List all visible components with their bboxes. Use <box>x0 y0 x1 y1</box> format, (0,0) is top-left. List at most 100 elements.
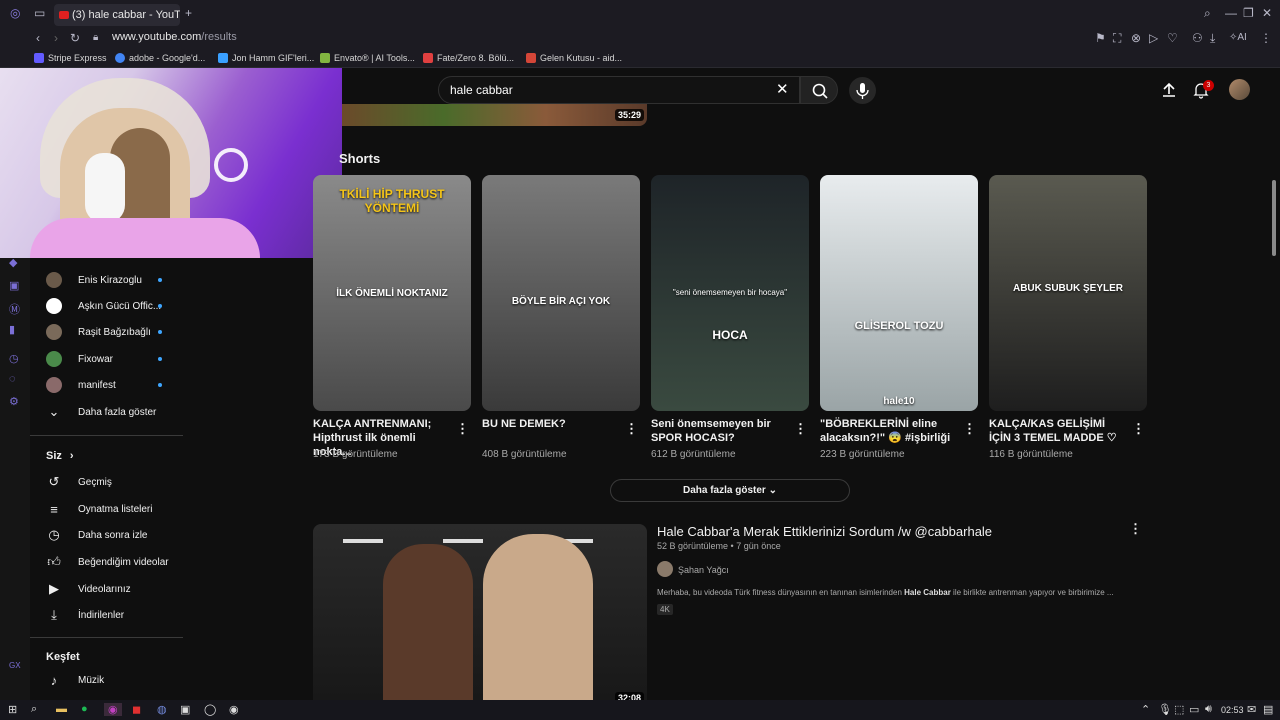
minimize-icon[interactable]: — <box>1225 6 1237 20</box>
notifications-icon[interactable]: ✉ <box>1247 703 1256 716</box>
search-input[interactable]: hale cabbar <box>438 76 800 104</box>
short-thumbnail[interactable]: "seni önemsemeyen bir hocaya" HOCA <box>651 175 809 411</box>
volume-icon[interactable]: 🔊︎ <box>1205 703 1212 716</box>
forward-icon[interactable]: › <box>54 31 58 45</box>
download-icon[interactable]: ⤓ <box>1210 31 1215 45</box>
settings-icon[interactable]: ⚙ <box>9 395 19 408</box>
bookmark-item[interactable]: adobe - Google'd... <box>115 53 205 63</box>
search-button[interactable] <box>800 76 838 104</box>
subscription-item[interactable]: Raşit Bağzıbağlı <box>46 322 162 342</box>
search-icon[interactable]: ⌕ <box>31 703 37 716</box>
windows-start-icon[interactable]: ⊞ <box>8 703 17 716</box>
avatar[interactable] <box>1229 79 1250 100</box>
clear-search-icon[interactable]: ✕ <box>776 80 789 98</box>
screenshot-icon[interactable]: ⛶ <box>1113 31 1121 45</box>
history-side-icon[interactable]: ◷ <box>9 352 19 365</box>
widgets-icon[interactable]: ▤ <box>1263 703 1273 716</box>
menu-icon[interactable]: ⋮ <box>1260 31 1272 45</box>
short-thumbnail[interactable]: TKİLİ HİP THRUST YÖNTEMİ İLK ÖNEMLİ NOKT… <box>313 175 471 411</box>
more-options-icon[interactable]: ⋮ <box>794 421 807 437</box>
close-window-icon[interactable]: ✕ <box>1262 6 1272 20</box>
spotify-icon[interactable]: ● <box>81 703 88 715</box>
subscription-item[interactable]: Fixowar <box>46 349 162 369</box>
short-title[interactable]: Seni önemsemeyen bir SPOR HOCASI? <box>651 417 787 445</box>
new-content-dot <box>158 304 162 308</box>
sidebar-item-downloads[interactable]: ⤓ İndirilenler <box>46 605 124 625</box>
short-title[interactable]: BU NE DEMEK? <box>482 417 618 431</box>
tab-manager-icon[interactable]: ▭ <box>34 6 45 20</box>
profile-icon[interactable]: ⚇ <box>1192 31 1203 45</box>
bookmark-page-icon[interactable]: ⚑ <box>1095 31 1106 45</box>
clock[interactable]: 02:53 <box>1221 705 1244 715</box>
more-options-icon[interactable]: ⋮ <box>456 421 469 437</box>
gx-icon[interactable]: GX <box>9 661 21 670</box>
short-thumbnail[interactable]: ABUK SUBUK ŞEYLER <box>989 175 1147 411</box>
bookmark-item[interactable]: Stripe Express <box>34 53 107 63</box>
tray-chevron-icon[interactable]: ⌃ <box>1141 703 1150 716</box>
sidebar-item-music[interactable]: ♪ Müzik <box>46 670 104 690</box>
messenger-icon[interactable]: ◌ <box>9 373 16 385</box>
app-icon[interactable]: ◉ <box>229 703 239 716</box>
channel-name[interactable]: Şahan Yağcı <box>678 565 729 575</box>
network-icon[interactable]: ▭ <box>1189 703 1199 716</box>
short-views: 408 B görüntüleme <box>482 449 567 460</box>
app-icon[interactable]: ◯ <box>204 703 216 716</box>
short-title[interactable]: "BÖBREKLERİNİ eline alacaksın?!" 😨 #işbi… <box>820 417 956 445</box>
chevron-down-icon: ⌄ <box>768 485 777 496</box>
restore-icon[interactable]: ❐ <box>1243 6 1254 20</box>
you-section-header[interactable]: Siz › <box>46 446 74 466</box>
more-options-icon[interactable]: ⋮ <box>1132 421 1145 437</box>
show-more-shorts-button[interactable]: Daha fazla göster ⌄ <box>610 479 850 502</box>
file-explorer-icon[interactable]: ▬ <box>56 703 67 715</box>
subscription-item[interactable]: manifest <box>46 375 162 395</box>
video-thumbnail[interactable] <box>313 524 647 700</box>
video-title[interactable]: Hale Cabbar'a Merak Ettiklerinizi Sordum… <box>657 524 992 539</box>
subscription-item[interactable]: Enis Kirazoglu <box>46 270 162 290</box>
bookmark-item[interactable]: Envato® | AI Tools... <box>320 53 415 63</box>
sidebar-item-your-videos[interactable]: ▶ Videolarınız <box>46 579 131 599</box>
app-icon[interactable]: ▣ <box>180 703 190 716</box>
sidebar-app-icon[interactable]: Ⓜ <box>9 301 20 317</box>
twitch-icon[interactable]: ▮ <box>9 323 15 336</box>
short-title[interactable]: KALÇA/KAS GELİŞİMİ İÇİN 3 TEMEL MADDE ♡ <box>989 417 1125 445</box>
discord-icon[interactable]: ◍ <box>157 703 167 716</box>
bookmark-item[interactable]: Fate/Zero 8. Bölü... <box>423 53 514 63</box>
sidebar-app-icon[interactable]: ▣ <box>9 279 19 292</box>
opera-gx-icon[interactable]: ◉ <box>104 703 122 716</box>
search-icon[interactable]: ⌕ <box>1204 6 1211 20</box>
voice-search-button[interactable] <box>849 77 876 104</box>
reload-icon[interactable]: ↻ <box>70 31 80 45</box>
short-views: 612 B görüntüleme <box>651 449 736 460</box>
sidebar-item-liked-videos[interactable]: 👍︎ Beğendiğim videolar <box>46 552 168 572</box>
more-options-icon[interactable]: ⋮ <box>1129 521 1142 537</box>
mic-icon[interactable]: 🎙︎ <box>1158 703 1172 716</box>
new-tab-icon[interactable]: + <box>185 6 192 20</box>
channel-avatar[interactable] <box>657 561 673 577</box>
shield-icon[interactable]: ⊗ <box>1131 31 1141 45</box>
sidebar-item-playlists[interactable]: ≡ Oynatma listeleri <box>46 499 152 519</box>
short-thumbnail[interactable]: GLİSEROL TOZU hale10 <box>820 175 978 411</box>
app-icon[interactable]: ◼ <box>132 703 141 716</box>
sidebar-item-history[interactable]: ↺ Geçmiş <box>46 472 112 492</box>
sidebar-item-watch-later[interactable]: ◷ Daha sonra izle <box>46 525 147 545</box>
bookmark-item[interactable]: Gelen Kutusu - aid... <box>526 53 622 63</box>
heart-icon[interactable]: ♡ <box>1167 31 1178 45</box>
subscription-item[interactable]: Aşkın Gücü Offic... <box>46 296 162 316</box>
play-icon[interactable]: ▷ <box>1149 31 1158 45</box>
upload-icon[interactable] <box>1160 81 1178 99</box>
more-options-icon[interactable]: ⋮ <box>963 421 976 437</box>
active-tab[interactable]: (3) hale cabbar - YouTube <box>54 4 180 26</box>
short-thumbnail[interactable]: BÖYLE BİR AÇI YOK <box>482 175 640 411</box>
tray-icon[interactable]: ⬚ <box>1174 703 1184 716</box>
back-icon[interactable]: ‹ <box>36 31 40 45</box>
page-scrollbar[interactable] <box>1272 180 1276 256</box>
browser-logo-icon[interactable]: ◎ <box>10 6 20 20</box>
previous-video-thumbnail[interactable] <box>342 104 647 126</box>
address-bar: ‹ › ↻ 🔒︎ www.youtube.com/results ⚑ ⛶ ⊗ ▷… <box>0 28 1280 50</box>
ai-button[interactable]: ✧AI <box>1229 31 1247 45</box>
clock-icon: ◷ <box>48 527 60 542</box>
show-more-subscriptions[interactable]: ⌄ Daha fazla göster <box>46 402 157 422</box>
more-options-icon[interactable]: ⋮ <box>625 421 638 437</box>
bookmark-item[interactable]: Jon Hamm GIF'leri... <box>218 53 314 63</box>
url-field[interactable]: www.youtube.com/results <box>112 31 237 43</box>
